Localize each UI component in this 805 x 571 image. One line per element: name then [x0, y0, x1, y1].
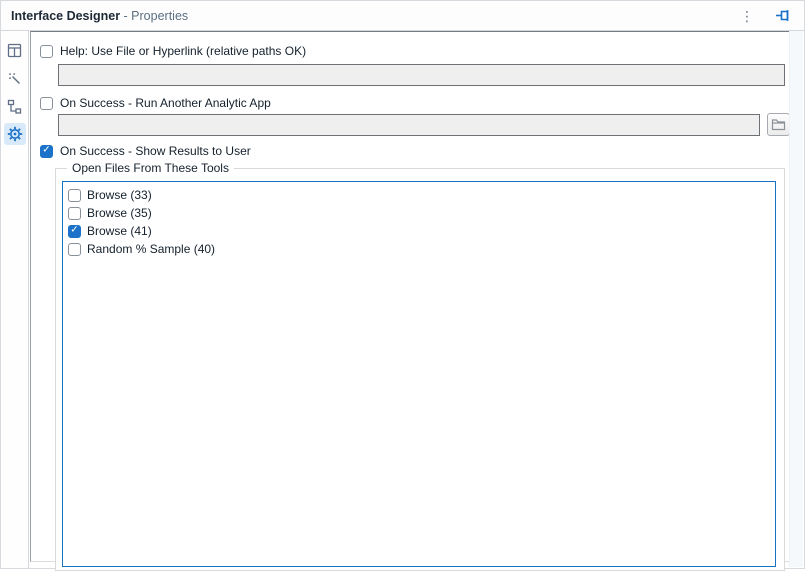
help-link-row: Help: Use File or Hyperlink (relative pa… [40, 44, 791, 58]
list-item[interactable]: Browse (33) [63, 186, 775, 204]
list-item-checkbox[interactable] [68, 224, 81, 238]
list-item-label: Browse (35) [87, 206, 152, 220]
list-item-checkbox[interactable] [68, 206, 81, 220]
run-app-label: On Success - Run Another Analytic App [60, 96, 271, 110]
tree-view-icon[interactable] [4, 95, 26, 117]
help-link-label: Help: Use File or Hyperlink (relative pa… [60, 44, 307, 58]
test-view-icon[interactable] [4, 67, 26, 89]
interface-designer-window: Interface Designer - Properties ⋮ Help: … [0, 0, 805, 571]
show-results-row: On Success - Show Results to User [40, 144, 791, 158]
list-item-checkbox[interactable] [68, 188, 81, 202]
list-item-label: Browse (41) [87, 224, 152, 238]
view-switch-sidebar [1, 31, 29, 568]
list-item[interactable]: Browse (41) [63, 222, 775, 240]
properties-panel: Help: Use File or Hyperlink (relative pa… [30, 31, 792, 571]
list-item-label: Browse (33) [87, 188, 152, 202]
show-results-checkbox[interactable] [40, 144, 53, 158]
help-link-input[interactable] [58, 64, 785, 86]
help-link-checkbox[interactable] [40, 44, 53, 58]
right-gutter [789, 31, 803, 567]
overflow-menu-icon[interactable]: ⋮ [736, 5, 758, 27]
properties-view-icon[interactable] [3, 123, 26, 145]
show-results-label: On Success - Show Results to User [60, 144, 251, 158]
run-app-row: On Success - Run Another Analytic App [40, 96, 791, 110]
window-subtitle: - Properties [120, 8, 189, 23]
open-files-listbox[interactable]: Browse (33) Browse (35) Browse (41) Rand… [62, 181, 776, 567]
folder-browse-icon [771, 118, 786, 131]
open-files-legend: Open Files From These Tools [67, 161, 234, 175]
list-item-label: Random % Sample (40) [87, 242, 216, 256]
list-item[interactable]: Browse (35) [63, 204, 775, 222]
layout-view-icon[interactable] [4, 39, 26, 61]
list-item-checkbox[interactable] [68, 242, 81, 256]
list-item[interactable]: Random % Sample (40) [63, 240, 775, 258]
open-files-groupbox: Open Files From These Tools Browse (33) … [55, 161, 785, 571]
browse-file-button[interactable] [767, 113, 790, 136]
run-app-checkbox[interactable] [40, 96, 53, 110]
pin-icon[interactable] [772, 5, 794, 27]
run-app-input[interactable] [58, 113, 760, 136]
window-title: Interface Designer [11, 8, 121, 23]
titlebar: Interface Designer - Properties ⋮ [1, 1, 804, 31]
